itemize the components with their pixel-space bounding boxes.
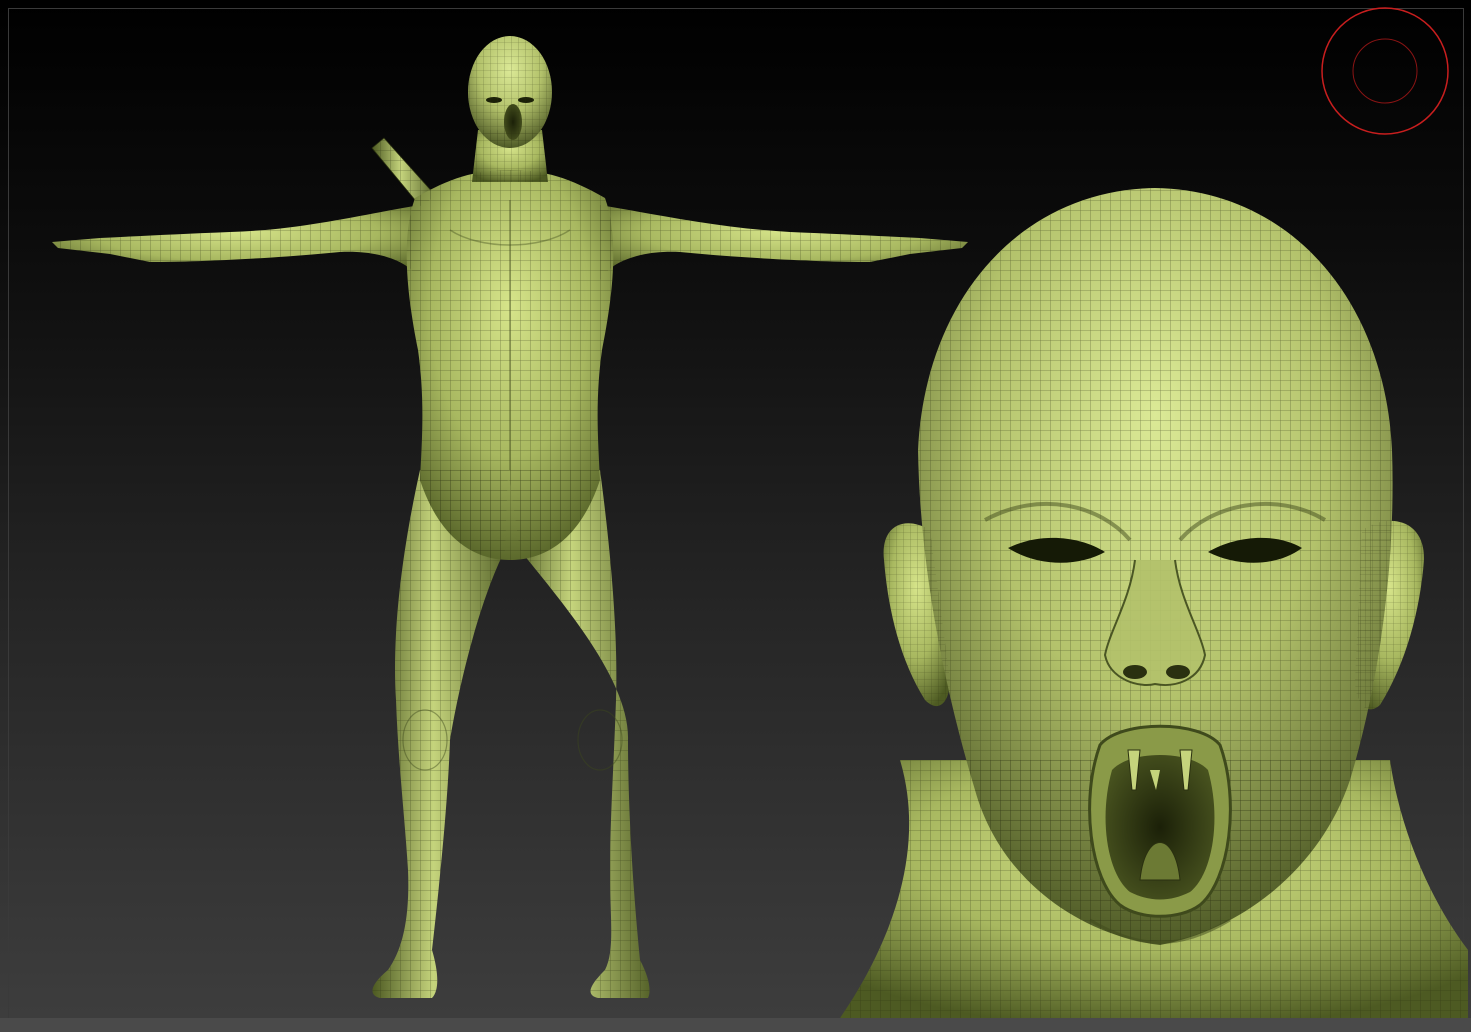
head-closeup-model[interactable]	[840, 188, 1468, 1018]
sculpt-scene	[52, 7, 1468, 1018]
full-body-model[interactable]	[52, 36, 968, 998]
rotation-gizmo-icon[interactable]	[1321, 7, 1449, 135]
zbrush-viewport[interactable]	[0, 0, 1471, 1032]
